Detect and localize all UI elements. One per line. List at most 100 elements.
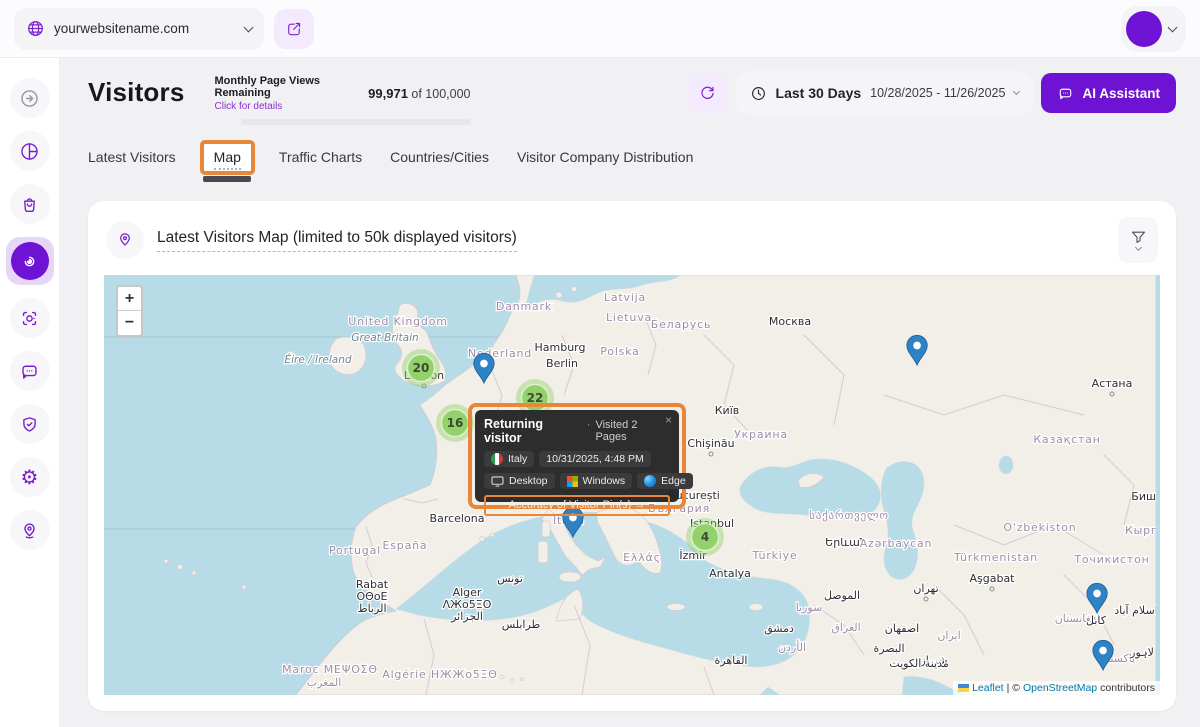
quota-value: 99,971 of 100,000 (368, 86, 470, 101)
annotation-box-tooltip: × Returning visitor · Visited 2 Pages It… (468, 403, 686, 509)
sidebar-item-chat[interactable] (10, 351, 50, 391)
map-label: طرابلس (502, 618, 541, 631)
sidebar-item-settings[interactable]: ⚙ (10, 457, 50, 497)
shield-icon (10, 404, 50, 444)
tab-label: Latest Visitors (88, 149, 176, 165)
map-label: تونس (497, 572, 523, 585)
sidebar-toggle-icon (10, 78, 50, 118)
site-selector[interactable]: yourwebsitename.com (14, 8, 264, 50)
chevron-down-icon (244, 22, 254, 32)
tab-label: Traffic Charts (279, 149, 362, 165)
account-menu[interactable] (1121, 6, 1186, 52)
map-label: مدينة الكويت (889, 657, 949, 670)
topbar: yourwebsitename.com (0, 0, 1200, 58)
tab-visitor-company-distribution[interactable]: Visitor Company Distribution (517, 143, 693, 175)
site-name: yourwebsitename.com (54, 21, 236, 36)
main-content: Visitors Monthly Page Views Remaining Cl… (60, 58, 1200, 711)
sidebar-item-dashboard[interactable] (10, 131, 50, 171)
tab-traffic-charts[interactable]: Traffic Charts (279, 143, 362, 175)
map-label: United Kingdom (348, 315, 448, 328)
map-label: ايران (937, 629, 960, 642)
map-label: Астана (1092, 377, 1133, 390)
open-site-button[interactable] (274, 9, 314, 49)
map-label: Türkiye (751, 549, 797, 562)
osm-link[interactable]: OpenStreetMap (1023, 682, 1097, 694)
map-label: البصرة (873, 642, 904, 655)
visitors-map[interactable]: United KingdomGreat BritainÉire / Irelan… (104, 275, 1160, 695)
tab-map[interactable]: Map (214, 143, 241, 175)
windows-icon (567, 476, 578, 487)
sidebar-item-focus[interactable] (10, 298, 50, 338)
map-label: سوريا (796, 601, 823, 614)
date-range-value: 10/28/2025 - 11/26/2025 (870, 86, 1005, 100)
map-label: الموصل (824, 589, 860, 602)
map-filter-button[interactable] (1118, 217, 1158, 263)
orders-icon (10, 184, 50, 224)
focus-icon (10, 298, 50, 338)
sidebar-item-location[interactable] (10, 510, 50, 550)
tab-latest-visitors[interactable]: Latest Visitors (88, 143, 176, 175)
italy-flag-icon (491, 453, 503, 465)
tab-countries-cities[interactable]: Countries/Cities (390, 143, 489, 175)
map-pin-badge (106, 221, 144, 259)
map-label: Украина (734, 428, 788, 441)
map-card-title: Latest Visitors Map (limited to 50k disp… (157, 229, 517, 252)
quota-details-link[interactable]: Click for details (215, 101, 359, 112)
ai-assistant-button[interactable]: AI Assistant (1041, 73, 1176, 113)
map-label: O'zbekiston (1003, 521, 1076, 534)
map-label: Azərbaycan (860, 537, 933, 550)
map-label: Бишк (1131, 490, 1156, 503)
map-label: Türkmenistan (953, 551, 1038, 564)
map-label: Great Britain (351, 332, 418, 344)
visitor-tooltip: × Returning visitor · Visited 2 Pages It… (475, 410, 679, 502)
visitor-device: Desktop (484, 473, 555, 489)
avatar (1126, 11, 1162, 47)
map-label: Беларусь (651, 318, 712, 331)
close-icon[interactable]: × (665, 413, 672, 427)
location-pin-icon (115, 230, 135, 250)
map-label: Maroc ΜΕΨΟΣΘ (282, 663, 378, 676)
map-label: Казақстан (1033, 433, 1100, 446)
map-zoom-control: + − (116, 285, 143, 337)
tab-label: Visitor Company Distribution (517, 149, 693, 165)
map-label: تهران (913, 582, 938, 595)
leaflet-link[interactable]: Leaflet (972, 682, 1004, 694)
map-label: Ελλάς (623, 551, 661, 564)
map-label: Chişinău (687, 437, 734, 450)
chat-icon (1057, 85, 1074, 102)
zoom-out-button[interactable]: − (118, 311, 141, 335)
map-label: اصفهان (885, 622, 919, 635)
zoom-in-button[interactable]: + (118, 287, 141, 311)
map-attribution: Leaflet | © OpenStreetMap contributors (953, 681, 1160, 695)
date-range-selector[interactable]: Last 30 Days 10/28/2025 - 11/26/2025 (736, 71, 1034, 115)
visit-datetime: 10/31/2025, 4:48 PM (539, 451, 651, 467)
sidebar-item-sidebar-toggle[interactable] (10, 78, 50, 118)
sidebar-item-orders[interactable] (10, 184, 50, 224)
chevron-down-icon (1013, 88, 1020, 95)
settings-icon: ⚙ (10, 457, 50, 497)
cluster-marker[interactable]: 20 (402, 349, 440, 387)
svg-text:20: 20 (413, 361, 430, 375)
accuracy-link[interactable]: Accuracy of Visitor Pin(s) → (484, 495, 670, 516)
sidebar-item-shield[interactable] (10, 404, 50, 444)
chat-icon (10, 351, 50, 391)
refresh-button[interactable] (688, 73, 728, 113)
sidebar-item-visitors[interactable] (6, 237, 54, 285)
map-label: دمشق (764, 622, 794, 636)
page-title: Visitors (88, 77, 185, 108)
map-label: الرباط (357, 602, 386, 615)
location-icon (10, 510, 50, 550)
chevron-down-icon (1134, 244, 1141, 251)
map-label: الأردن (778, 639, 806, 654)
map-label: لاہور (1129, 646, 1154, 659)
map-label: الجزائر (450, 610, 483, 623)
cluster-marker[interactable]: 4 (686, 518, 724, 556)
visitor-browser: Edge (637, 473, 693, 489)
globe-icon (26, 19, 45, 38)
map-label: Latvija (604, 291, 646, 304)
ukraine-flag-icon (958, 684, 969, 692)
svg-text:4: 4 (701, 530, 709, 544)
tabs: Latest Visitors Map Traffic Charts Countrie… (88, 143, 1176, 175)
svg-text:16: 16 (447, 416, 464, 430)
map-label: کابل (1086, 614, 1107, 627)
